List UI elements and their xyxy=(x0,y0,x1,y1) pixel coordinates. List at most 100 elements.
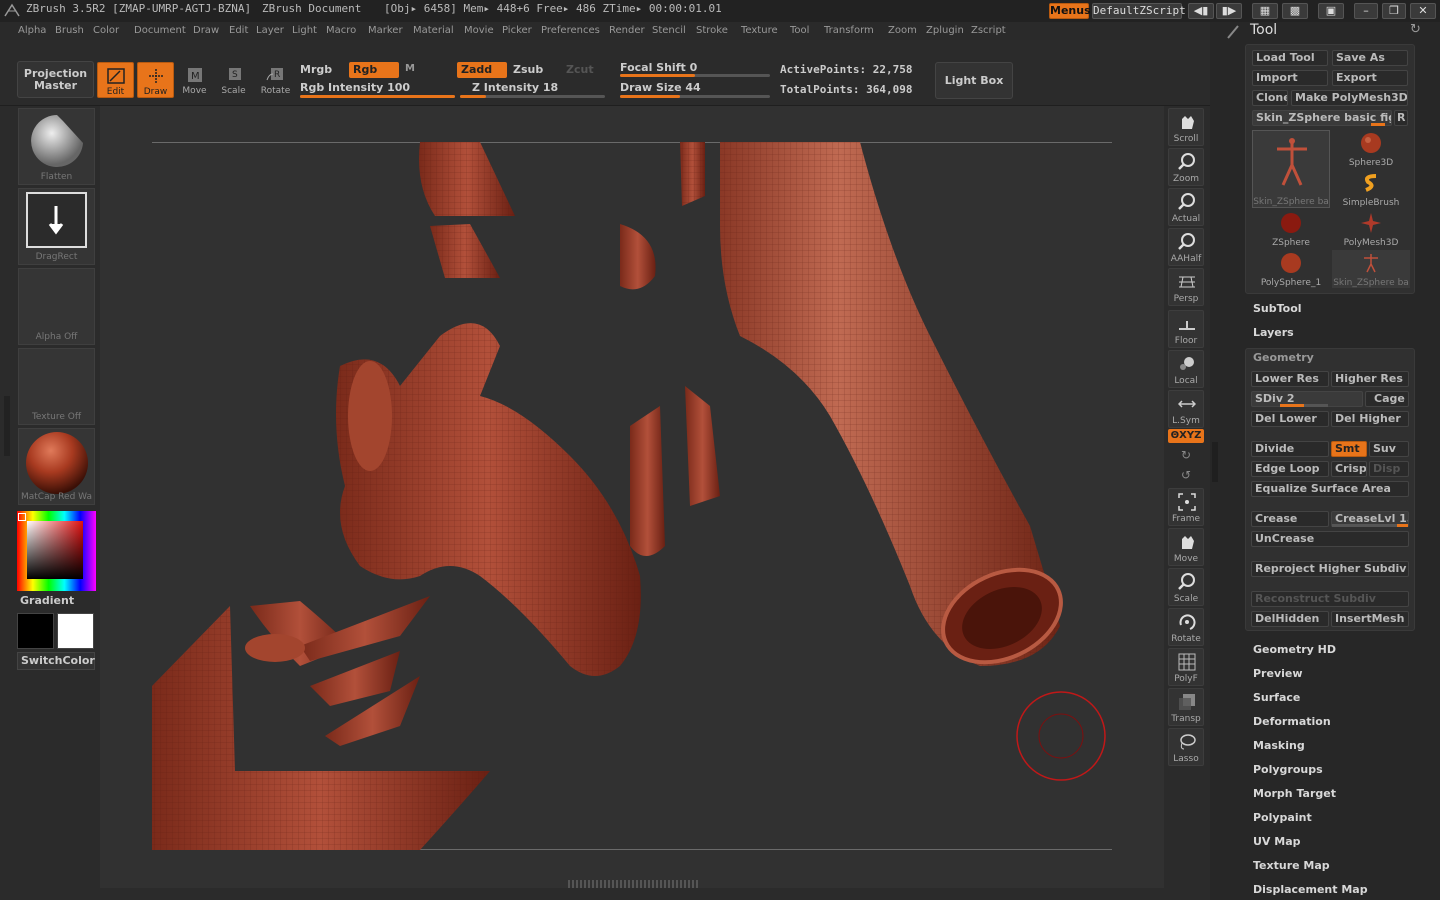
hue-marker[interactable] xyxy=(18,513,26,521)
scale-view-button[interactable]: Scale xyxy=(1168,568,1204,606)
reconstruct-subdiv-button[interactable]: Reconstruct Subdiv xyxy=(1251,591,1409,607)
menu-tool[interactable]: Tool xyxy=(790,25,809,36)
menu-light[interactable]: Light xyxy=(292,25,317,36)
menu-preferences[interactable]: Preferences xyxy=(541,25,600,36)
menu-color[interactable]: Color xyxy=(93,25,119,36)
actual-button[interactable]: Actual xyxy=(1168,188,1204,226)
menu-stencil[interactable]: Stencil xyxy=(652,25,686,36)
menu-picker[interactable]: Picker xyxy=(502,25,532,36)
lower-res-button[interactable]: Lower Res xyxy=(1251,371,1329,387)
geometry-header[interactable]: Geometry xyxy=(1253,351,1314,364)
del-higher-button[interactable]: Del Higher xyxy=(1331,411,1409,427)
lock-icon[interactable]: ▣ xyxy=(1318,3,1344,19)
zadd-toggle[interactable]: Zadd xyxy=(457,62,507,78)
frame-button[interactable]: Frame xyxy=(1168,488,1204,526)
delhidden-button[interactable]: DelHidden xyxy=(1251,611,1329,627)
masking-section[interactable]: Masking xyxy=(1253,739,1305,752)
stroke-slot[interactable]: DragRect xyxy=(18,188,95,265)
layout-icon[interactable]: ▦ xyxy=(1252,3,1278,19)
polypaint-section[interactable]: Polypaint xyxy=(1253,811,1312,824)
load-tool-button[interactable]: Load Tool xyxy=(1252,50,1328,66)
minimize-icon[interactable]: – xyxy=(1354,3,1378,19)
edit-button[interactable]: Edit xyxy=(97,62,134,98)
crisp-toggle[interactable]: Crisp xyxy=(1331,461,1367,477)
refresh-icon[interactable]: ↻ xyxy=(1410,22,1421,37)
menu-draw[interactable]: Draw xyxy=(193,25,219,36)
insertmesh-button[interactable]: InsertMesh xyxy=(1331,611,1409,627)
menus-button[interactable]: Menus xyxy=(1049,3,1091,19)
menu-layer[interactable]: Layer xyxy=(256,25,284,36)
aahalf-button[interactable]: AAHalf xyxy=(1168,228,1204,266)
persp-button[interactable]: Persp xyxy=(1168,268,1204,306)
suv-toggle[interactable]: Suv xyxy=(1369,441,1409,457)
polygroups-section[interactable]: Polygroups xyxy=(1253,763,1323,776)
polyf-button[interactable]: PolyF xyxy=(1168,648,1204,686)
color-picker[interactable] xyxy=(17,511,96,591)
crease-button[interactable]: Crease xyxy=(1251,511,1329,527)
tool-thumb-simplebrush[interactable]: SimpleBrush xyxy=(1332,170,1410,208)
menu-texture[interactable]: Texture xyxy=(741,25,778,36)
projection-master-button[interactable]: Projection Master xyxy=(17,61,94,98)
higher-res-button[interactable]: Higher Res xyxy=(1331,371,1409,387)
scale-button[interactable]: S Scale xyxy=(215,62,252,98)
zcut-toggle[interactable]: Zcut xyxy=(566,63,594,76)
rotate-button[interactable]: R Rotate xyxy=(257,62,294,98)
menu-transform[interactable]: Transform xyxy=(824,25,874,36)
menu-zoom[interactable]: Zoom xyxy=(888,25,917,36)
canvas-bottom-handle[interactable] xyxy=(568,880,698,888)
morph-target-section[interactable]: Morph Target xyxy=(1253,787,1336,800)
restore-icon[interactable]: ❐ xyxy=(1382,3,1406,19)
scroll-right-icon[interactable]: ▮▶ xyxy=(1216,3,1242,19)
geometry-hd-section[interactable]: Geometry HD xyxy=(1253,643,1336,656)
scroll-button[interactable]: Scroll xyxy=(1168,108,1204,146)
close-icon[interactable]: ✕ xyxy=(1410,3,1436,19)
r-button[interactable]: R xyxy=(1394,110,1408,126)
lsym-button[interactable]: L.Sym xyxy=(1168,390,1204,428)
rgb-intensity-slider[interactable] xyxy=(300,95,455,98)
deformation-section[interactable]: Deformation xyxy=(1253,715,1331,728)
color-sv-square[interactable] xyxy=(27,521,83,579)
sculpted-model-view[interactable] xyxy=(100,106,1164,888)
menu-stroke[interactable]: Stroke xyxy=(696,25,728,36)
uv-map-section[interactable]: UV Map xyxy=(1253,835,1301,848)
move-view-button[interactable]: Move xyxy=(1168,528,1204,566)
menu-edit[interactable]: Edit xyxy=(229,25,248,36)
menu-zscript[interactable]: Zscript xyxy=(971,25,1006,36)
texture-slot[interactable]: Texture Off xyxy=(18,348,95,425)
menu-movie[interactable]: Movie xyxy=(464,25,494,36)
cage-button[interactable]: Cage xyxy=(1365,391,1409,407)
tool-palette-title[interactable]: Tool xyxy=(1250,22,1277,38)
rgb-toggle[interactable]: Rgb xyxy=(349,62,399,78)
scroll-left-icon[interactable]: ◀▮ xyxy=(1188,3,1214,19)
tool-thumb-skin-zsphere-2[interactable]: Skin_ZSphere ba xyxy=(1332,250,1410,288)
uncrease-button[interactable]: UnCrease xyxy=(1251,531,1409,547)
tray-pin-icon[interactable] xyxy=(1226,24,1242,40)
surface-section[interactable]: Surface xyxy=(1253,691,1300,704)
material-slot[interactable]: MatCap Red Wa xyxy=(18,428,95,505)
displacement-map-section[interactable]: Displacement Map xyxy=(1253,883,1368,896)
tool-thumb-polysphere[interactable]: PolySphere_1 xyxy=(1252,250,1330,288)
brush-slot[interactable]: Flatten xyxy=(18,108,95,185)
right-tray-handle[interactable] xyxy=(1212,442,1218,482)
move-button[interactable]: M Move xyxy=(176,62,213,98)
y-axis-icon[interactable]: ↻ xyxy=(1178,448,1194,464)
default-zscript-button[interactable]: DefaultZScript xyxy=(1092,3,1186,19)
divide-button[interactable]: Divide xyxy=(1251,441,1329,457)
light-box-button[interactable]: Light Box xyxy=(935,62,1013,99)
zoom-button[interactable]: Zoom xyxy=(1168,148,1204,186)
smt-toggle[interactable]: Smt xyxy=(1331,441,1367,457)
alpha-slot[interactable]: Alpha Off xyxy=(18,268,95,345)
left-tray-handle[interactable] xyxy=(4,396,10,456)
menu-render[interactable]: Render xyxy=(609,25,645,36)
local-button[interactable]: Local xyxy=(1168,350,1204,388)
del-lower-button[interactable]: Del Lower xyxy=(1251,411,1329,427)
tool-thumb-polymesh3d[interactable]: PolyMesh3D xyxy=(1332,210,1410,248)
z-axis-icon[interactable]: ↺ xyxy=(1178,468,1194,484)
preview-section[interactable]: Preview xyxy=(1253,667,1303,680)
lasso-button[interactable]: Lasso xyxy=(1168,728,1204,766)
document-canvas[interactable] xyxy=(100,106,1164,888)
edge-loop-button[interactable]: Edge Loop xyxy=(1251,461,1329,477)
import-button[interactable]: Import xyxy=(1252,70,1328,86)
mrgb-toggle[interactable]: Mrgb xyxy=(300,63,332,76)
subtool-section[interactable]: SubTool xyxy=(1253,302,1302,315)
